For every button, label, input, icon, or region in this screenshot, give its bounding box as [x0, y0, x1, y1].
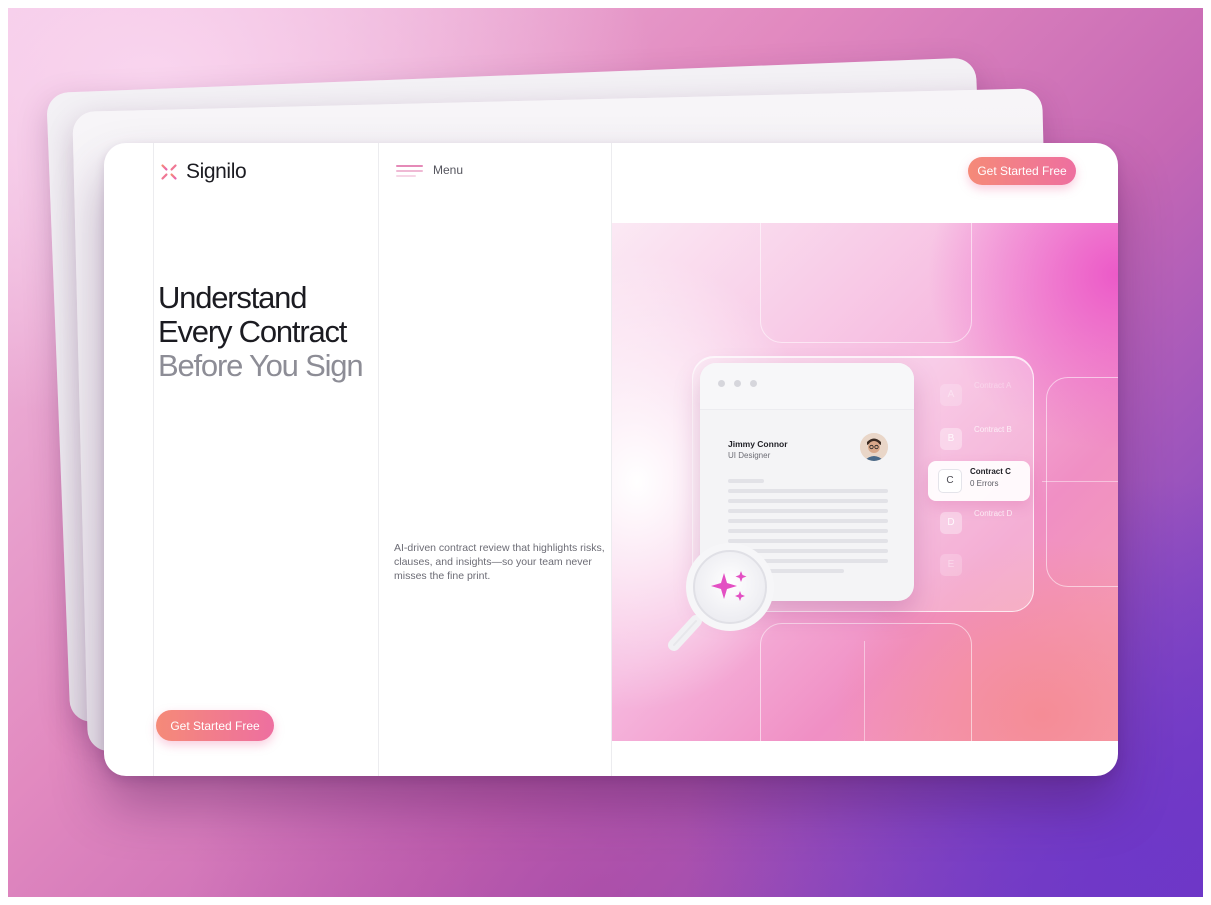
contract-list-item-active[interactable]: C Contract C 0 Errors	[928, 461, 1030, 501]
asterisk-logo-icon	[158, 161, 180, 183]
window-dot	[750, 380, 757, 387]
avatar-icon	[860, 433, 888, 461]
contract-letter: E	[940, 554, 962, 576]
text-line	[728, 519, 888, 523]
contract-list-item[interactable]: D Contract D	[932, 503, 1032, 543]
header-get-started-button[interactable]: Get Started Free	[968, 157, 1076, 185]
text-line	[728, 499, 888, 503]
window-dot	[734, 380, 741, 387]
ghost-line	[864, 641, 865, 741]
contract-letter: A	[940, 384, 962, 406]
contract-status: 0 Errors	[970, 479, 999, 488]
text-line	[728, 509, 888, 513]
column-divider	[153, 143, 154, 776]
contract-letter: D	[940, 512, 962, 534]
text-line	[728, 479, 764, 483]
headline-line-1: Understand	[158, 280, 307, 315]
column-divider	[378, 143, 379, 776]
landing-page-card: Signilo Menu Get Started Free Understand…	[104, 143, 1118, 776]
menu-label: Menu	[433, 163, 464, 177]
hamburger-icon	[396, 164, 423, 177]
ghost-line	[1042, 481, 1118, 482]
hero-description: AI-driven contract review that highlight…	[394, 542, 605, 582]
headline-line-2: Every Contract	[158, 314, 347, 349]
window-dot	[718, 380, 725, 387]
contract-letter: B	[940, 428, 962, 450]
contract-list-item[interactable]: A Contract A	[932, 375, 1032, 415]
user-name: Jimmy Connor	[728, 439, 788, 449]
contract-title: Contract D	[974, 509, 1013, 518]
brand-name: Signilo	[186, 160, 247, 183]
ghost-tile	[760, 223, 972, 343]
contract-letter: C	[938, 469, 962, 493]
hero-get-started-button[interactable]: Get Started Free	[156, 710, 274, 741]
menu-button[interactable]: Menu	[396, 163, 463, 177]
magnifier-icon	[668, 543, 774, 651]
contract-list-item[interactable]: E	[932, 545, 1032, 585]
hero-illustration: Jimmy Connor UI Designer A Contract A B …	[612, 223, 1118, 741]
contract-list-item[interactable]: B Contract B	[932, 419, 1032, 459]
hero-headline: Understand Every Contract Before You Sig…	[158, 280, 364, 383]
window-titlebar	[700, 363, 914, 410]
text-line	[728, 489, 888, 493]
ghost-tile	[1046, 377, 1118, 587]
contract-title: Contract A	[974, 381, 1012, 390]
contract-title: Contract B	[974, 425, 1012, 434]
contract-title: Contract C	[970, 467, 1011, 476]
headline-line-3: Before You Sign	[158, 348, 364, 383]
user-role: UI Designer	[728, 451, 771, 460]
brand-logo[interactable]: Signilo	[158, 160, 247, 184]
